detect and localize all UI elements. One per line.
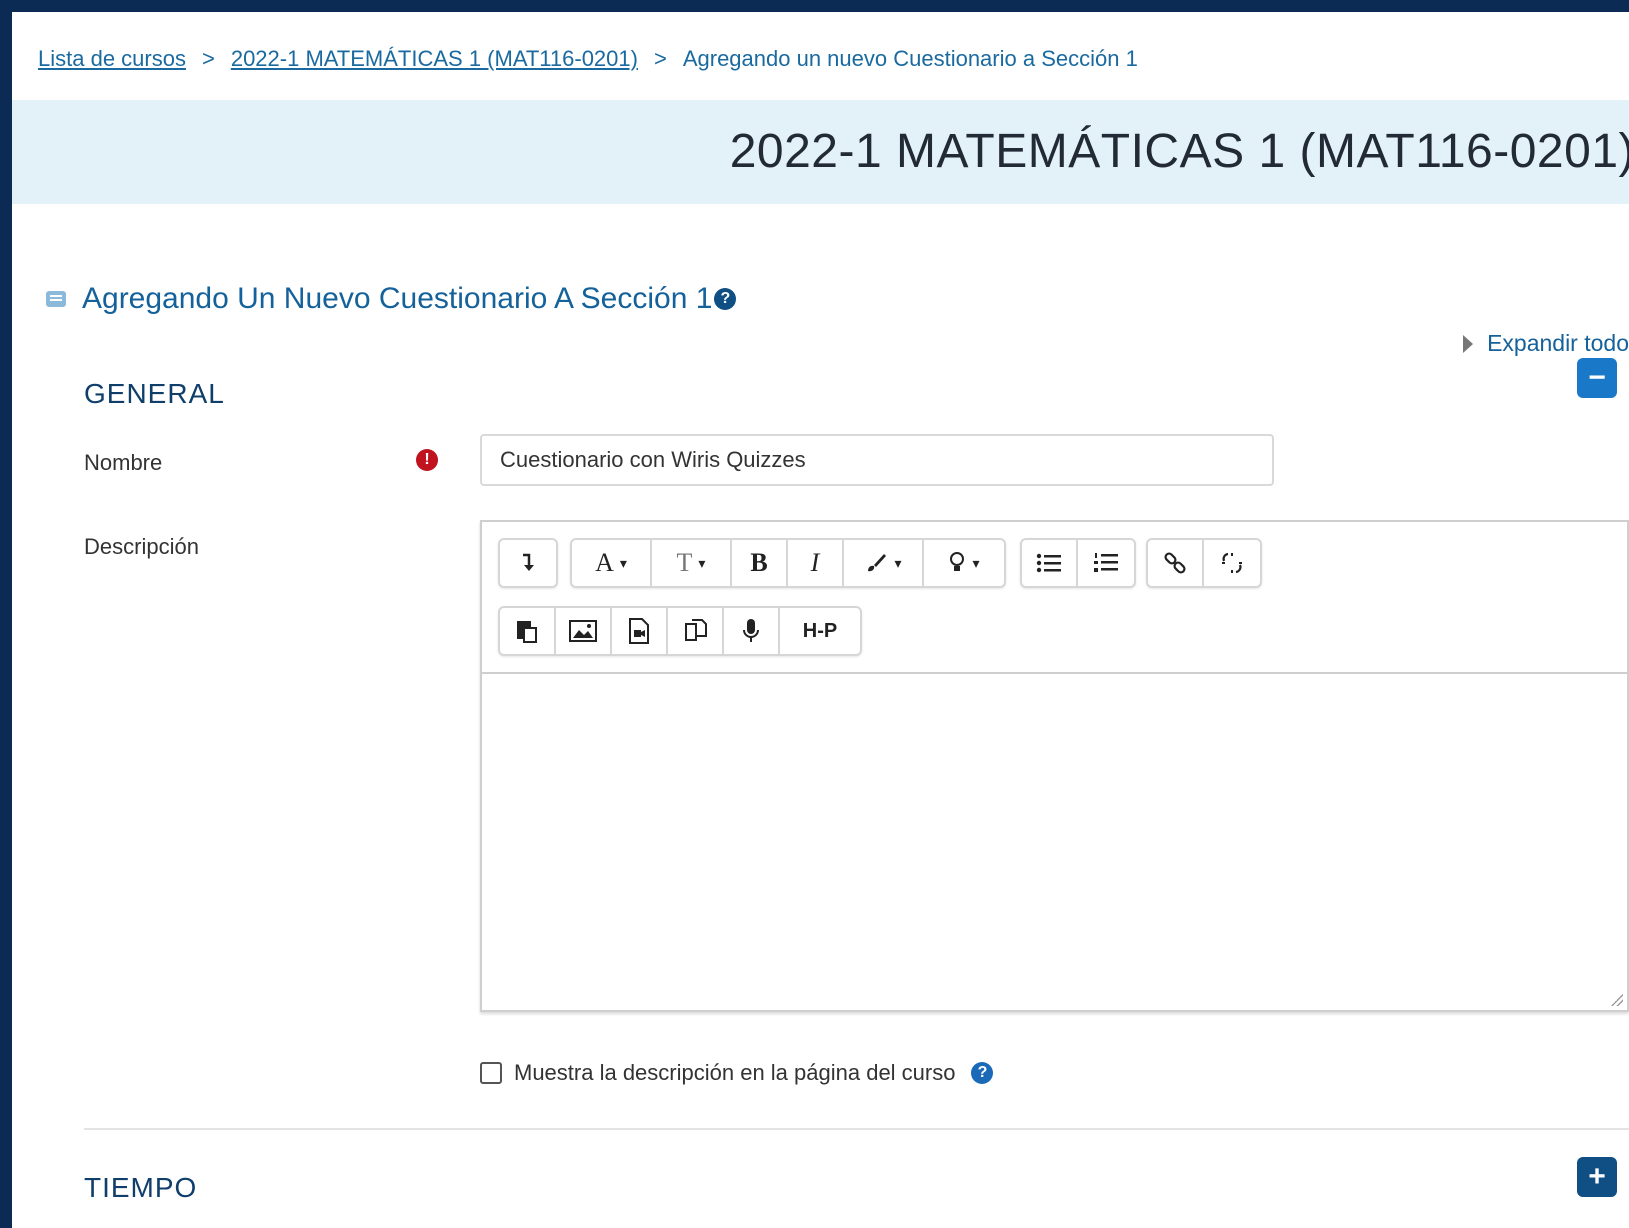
help-icon[interactable]: ? — [714, 288, 737, 310]
brush-icon — [868, 554, 887, 572]
h5p-icon: H-P — [802, 619, 838, 642]
breadcrumb-course-list-link[interactable]: Lista de cursos — [38, 46, 186, 72]
manage-files-button[interactable] — [668, 608, 724, 654]
image-icon — [569, 620, 597, 642]
paste-icon — [517, 621, 537, 643]
caret-right-icon — [1463, 334, 1474, 353]
media-button[interactable] — [612, 608, 668, 654]
italic-button[interactable]: I — [788, 540, 844, 586]
font-size-button[interactable]: T ▾ — [652, 540, 732, 586]
required-icon: ! — [416, 449, 438, 471]
show-description-checkbox-row: Muestra la descripción en la página del … — [480, 1060, 994, 1086]
section-general-legend[interactable]: GENERAL — [84, 378, 225, 410]
unordered-list-button[interactable] — [1022, 540, 1078, 586]
lightbulb-button[interactable]: ▾ — [924, 540, 1004, 586]
toolbar-group-format: A ▾ T ▾ B I ▾ ▾ — [570, 538, 1006, 588]
description-editor: A ▾ T ▾ B I ▾ ▾ H-P — [480, 520, 1629, 1012]
media-icon — [629, 618, 649, 644]
page-title: Agregando Un Nuevo Cuestionario A Secció… — [82, 282, 713, 315]
expand-all-label: Expandir todo — [1487, 330, 1629, 356]
image-button[interactable] — [556, 608, 612, 654]
breadcrumb-course-link[interactable]: 2022-1 MATEMÁTICAS 1 (MAT116-0201) — [231, 46, 638, 72]
section-tiempo-legend[interactable]: TIEMPO — [84, 1172, 197, 1204]
breadcrumb-current: Agregando un nuevo Cuestionario a Secció… — [682, 46, 1138, 71]
collapse-toolbar-button[interactable] — [500, 540, 556, 586]
show-description-label[interactable]: Muestra la descripción en la página del … — [514, 1060, 955, 1086]
font-color-icon: A — [595, 548, 614, 577]
course-header: 2022-1 MATEMÁTICAS 1 (MAT116-0201) — [12, 100, 1629, 204]
record-audio-button[interactable] — [724, 608, 780, 654]
breadcrumb-separator: > — [653, 46, 667, 71]
h5p-button[interactable]: H-P — [780, 608, 860, 654]
italic-icon: I — [810, 548, 820, 577]
toolbar-group-collapse — [498, 538, 558, 588]
quiz-icon — [46, 291, 66, 307]
editor-content-area[interactable] — [482, 674, 1627, 1010]
show-description-checkbox[interactable] — [480, 1062, 502, 1084]
font-size-icon: T — [676, 548, 693, 577]
dropdown-caret-icon: ▾ — [698, 554, 706, 571]
toolbar-group-lists — [1020, 538, 1136, 588]
link-button[interactable] — [1148, 540, 1204, 586]
toolbar-group-links — [1146, 538, 1262, 588]
expand-tiempo-button[interactable]: + — [1577, 1157, 1617, 1197]
ordered-list-button[interactable] — [1078, 540, 1134, 586]
collapse-icon — [523, 553, 534, 571]
lightbulb-icon — [950, 552, 965, 571]
expand-all-link[interactable]: Expandir todo — [1463, 330, 1629, 357]
editor-toolbar: A ▾ T ▾ B I ▾ ▾ H-P — [482, 522, 1627, 674]
nombre-label: Nombre — [84, 450, 163, 475]
dropdown-caret-icon: ▾ — [619, 554, 627, 571]
font-color-button[interactable]: A ▾ — [572, 540, 652, 586]
page: Lista de cursos > 2022-1 MATEMÁTICAS 1 (… — [12, 12, 1629, 1228]
resize-grip-icon[interactable] — [1611, 994, 1623, 1006]
unlink-button[interactable] — [1204, 540, 1260, 586]
section-divider — [84, 1128, 1629, 1130]
breadcrumb: Lista de cursos > 2022-1 MATEMÁTICAS 1 (… — [38, 46, 1138, 72]
breadcrumb-separator: > — [201, 46, 215, 71]
dropdown-caret-icon: ▾ — [972, 554, 980, 571]
manage-files-icon — [685, 619, 707, 641]
bold-button[interactable]: B — [732, 540, 788, 586]
record-audio-icon — [743, 619, 759, 642]
ordered-list-icon — [1094, 553, 1118, 572]
collapse-general-button[interactable]: − — [1577, 358, 1617, 398]
help-icon[interactable]: ? — [971, 1062, 994, 1084]
paste-button[interactable] — [500, 608, 556, 654]
nombre-input[interactable] — [480, 434, 1274, 486]
page-heading: Agregando Un Nuevo Cuestionario A Secció… — [46, 282, 737, 316]
unlink-icon — [1222, 552, 1242, 574]
toolbar-group-insert: H-P — [498, 606, 862, 656]
link-icon — [1164, 552, 1186, 574]
unordered-list-icon — [1036, 553, 1061, 573]
descripcion-label: Descripción — [84, 534, 199, 559]
dropdown-caret-icon: ▾ — [894, 554, 902, 571]
brush-button[interactable]: ▾ — [844, 540, 924, 586]
course-title: 2022-1 MATEMÁTICAS 1 (MAT116-0201) — [729, 125, 1629, 178]
bold-icon: B — [750, 548, 768, 577]
